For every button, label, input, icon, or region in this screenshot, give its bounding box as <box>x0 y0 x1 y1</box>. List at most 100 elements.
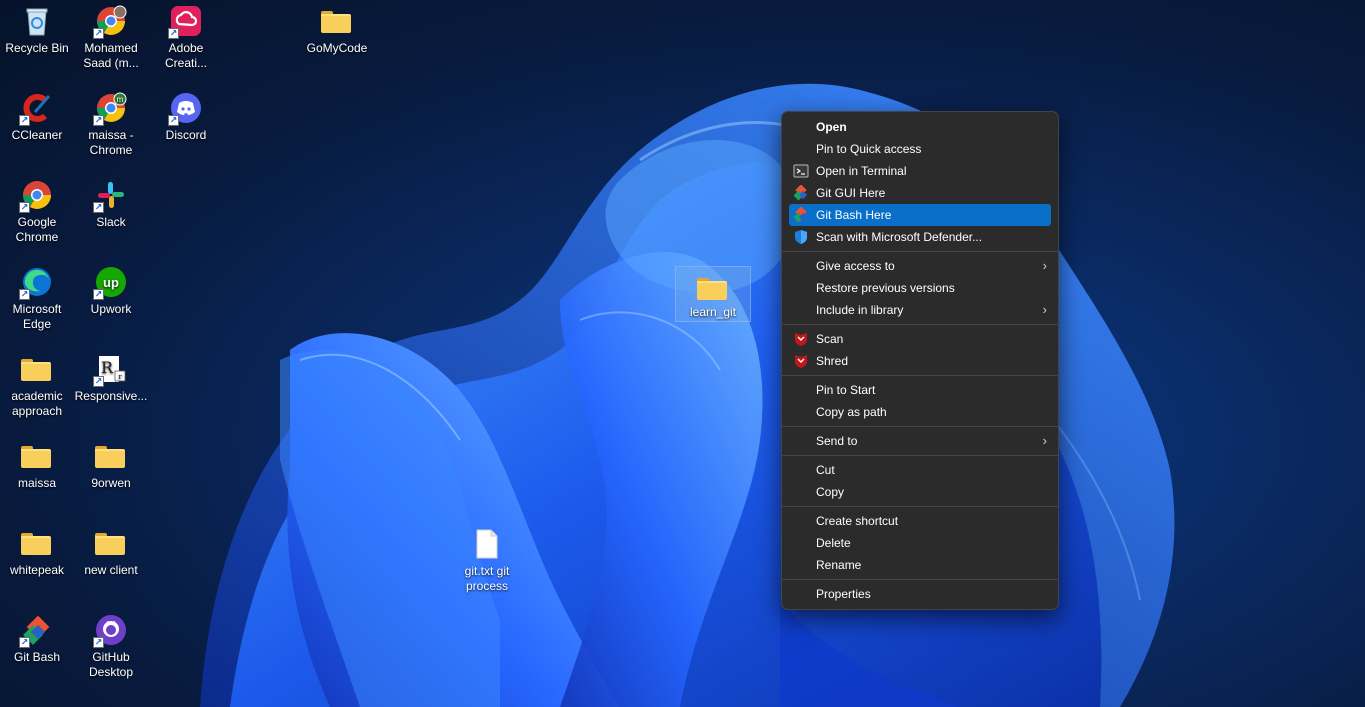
menu-separator <box>782 506 1058 507</box>
menu-item-label: Include in library <box>816 303 904 317</box>
svg-text:up: up <box>103 275 119 290</box>
desktop-icon-adobe-creative-cloud[interactable]: ↗ Adobe Creati... <box>149 0 223 71</box>
desktop-icon-label: maissa - Chrome <box>88 128 134 157</box>
menu-separator <box>782 455 1058 456</box>
menu-item-label: Send to <box>816 434 858 448</box>
folder-icon <box>697 272 729 304</box>
menu-item-open-in-terminal[interactable]: Open in Terminal <box>789 160 1051 182</box>
shortcut-arrow-icon: ↗ <box>19 202 30 213</box>
menu-item-cut[interactable]: Cut <box>789 459 1051 481</box>
folder-icon <box>95 440 127 472</box>
menu-item-copy[interactable]: Copy <box>789 481 1051 503</box>
desktop-icon-label: maissa <box>17 476 56 490</box>
desktop-icon-discord[interactable]: ↗ Discord <box>149 87 223 143</box>
adobe-creative-cloud-icon: ↗ <box>168 5 202 39</box>
shortcut-arrow-icon: ↗ <box>93 637 104 648</box>
desktop-icon-mohamed-saad-chrome[interactable]: ↗ Mohamed Saad (m... <box>74 0 148 71</box>
chevron-right-icon: › <box>1042 258 1047 273</box>
git-bash-icon <box>793 206 809 223</box>
desktop-icon-whitepeak[interactable]: whitepeak <box>0 522 74 578</box>
menu-item-rename[interactable]: Rename <box>789 554 1051 576</box>
menu-item-label: Open in Terminal <box>816 164 907 178</box>
menu-item-label: Restore previous versions <box>816 281 955 295</box>
menu-item-pin-to-start[interactable]: Pin to Start <box>789 379 1051 401</box>
shortcut-arrow-icon: ↗ <box>93 289 104 300</box>
menu-item-label: Cut <box>816 463 835 477</box>
menu-item-copy-as-path[interactable]: Copy as path <box>789 401 1051 423</box>
desktop-icon-label: Adobe Creati... <box>164 41 207 70</box>
menu-item-label: Open <box>816 120 847 134</box>
menu-item-create-shortcut[interactable]: Create shortcut <box>789 510 1051 532</box>
desktop-icon-google-chrome[interactable]: ↗ Google Chrome <box>0 174 74 245</box>
desktop-icon-label: Git Bash <box>13 650 61 664</box>
desktop-icon-learn-git[interactable]: learn_git <box>675 266 751 322</box>
menu-separator <box>782 579 1058 580</box>
desktop-icon-maissa[interactable]: maissa <box>0 435 74 491</box>
desktop-icon-new-client[interactable]: new client <box>74 522 148 578</box>
menu-item-restore-previous-versions[interactable]: Restore previous versions <box>789 277 1051 299</box>
menu-item-scan-defender[interactable]: Scan with Microsoft Defender... <box>789 226 1051 248</box>
recycle-bin-icon <box>21 5 53 37</box>
menu-item-shred[interactable]: Shred <box>789 350 1051 372</box>
git-bash-icon: ↗ <box>19 614 53 648</box>
menu-item-open[interactable]: Open <box>789 116 1051 138</box>
menu-item-label: Git Bash Here <box>816 208 892 222</box>
shortcut-arrow-icon: ↗ <box>93 115 104 126</box>
menu-item-label: Shred <box>816 354 849 368</box>
chrome-profile-icon: m ↗ <box>93 92 127 126</box>
upwork-icon: up ↗ <box>93 266 127 300</box>
desktop-icon-gomycode[interactable]: GoMyCode <box>300 0 374 56</box>
desktop-icon-label: Discord <box>165 128 207 142</box>
menu-item-git-gui-here[interactable]: Git GUI Here <box>789 182 1051 204</box>
chevron-right-icon: › <box>1042 302 1047 317</box>
desktop-icon-label: learn_git <box>689 305 737 319</box>
document-shortcut-icon: Rr ↗ <box>93 353 127 387</box>
git-gui-icon <box>793 184 809 201</box>
desktop-icon-label: Upwork <box>90 302 132 316</box>
menu-item-delete[interactable]: Delete <box>789 532 1051 554</box>
menu-item-label: Scan with Microsoft Defender... <box>816 230 983 244</box>
folder-icon <box>95 527 127 559</box>
desktop-icon-github-desktop[interactable]: ↗ GitHub Desktop <box>74 609 148 680</box>
menu-item-label: Give access to <box>816 259 895 273</box>
shortcut-arrow-icon: ↗ <box>93 376 104 387</box>
ccleaner-icon: ↗ <box>19 92 53 126</box>
menu-item-git-bash-here[interactable]: Git Bash Here <box>789 204 1051 226</box>
menu-item-label: Delete <box>816 536 851 550</box>
shortcut-arrow-icon: ↗ <box>93 202 104 213</box>
folder-icon <box>21 527 53 559</box>
menu-separator <box>782 324 1058 325</box>
menu-item-properties[interactable]: Properties <box>789 583 1051 605</box>
slack-icon: ↗ <box>93 179 127 213</box>
chrome-icon: ↗ <box>19 179 53 213</box>
edge-icon: ↗ <box>19 266 53 300</box>
desktop-icon-git-bash[interactable]: ↗ Git Bash <box>0 609 74 665</box>
desktop-icon-slack[interactable]: ↗ Slack <box>74 174 148 230</box>
desktop-icon-upwork[interactable]: up ↗ Upwork <box>74 261 148 317</box>
desktop-icon-microsoft-edge[interactable]: ↗ Microsoft Edge <box>0 261 74 332</box>
menu-item-label: Scan <box>816 332 844 346</box>
defender-shield-icon <box>793 229 809 245</box>
desktop-icon-label: Microsoft Edge <box>12 302 62 331</box>
mcafee-shield-icon <box>793 331 809 347</box>
desktop-icon-git-txt[interactable]: git.txt git process <box>450 523 524 594</box>
desktop-icon-ccleaner[interactable]: ↗ CCleaner <box>0 87 74 143</box>
desktop-icon-responsive[interactable]: Rr ↗ Responsive... <box>74 348 148 404</box>
menu-separator <box>782 251 1058 252</box>
discord-icon: ↗ <box>168 92 202 126</box>
desktop-icon-recycle-bin[interactable]: Recycle Bin <box>0 0 74 56</box>
menu-item-label: Copy <box>816 485 845 499</box>
menu-item-label: Pin to Start <box>816 383 876 397</box>
menu-item-include-in-library[interactable]: Include in library › <box>789 299 1051 321</box>
desktop-icon-9orwen[interactable]: 9orwen <box>74 435 148 491</box>
menu-item-give-access-to[interactable]: Give access to › <box>789 255 1051 277</box>
menu-item-send-to[interactable]: Send to › <box>789 430 1051 452</box>
desktop-icon-maissa-chrome[interactable]: m ↗ maissa - Chrome <box>74 87 148 158</box>
folder-icon <box>21 440 53 472</box>
desktop-icon-label: Responsive... <box>74 389 148 403</box>
menu-item-pin-to-quick-access[interactable]: Pin to Quick access <box>789 138 1051 160</box>
desktop-icon-academic-approach[interactable]: academic approach <box>0 348 74 419</box>
menu-item-scan[interactable]: Scan <box>789 328 1051 350</box>
terminal-icon <box>793 163 809 179</box>
menu-item-label: Pin to Quick access <box>816 142 922 156</box>
